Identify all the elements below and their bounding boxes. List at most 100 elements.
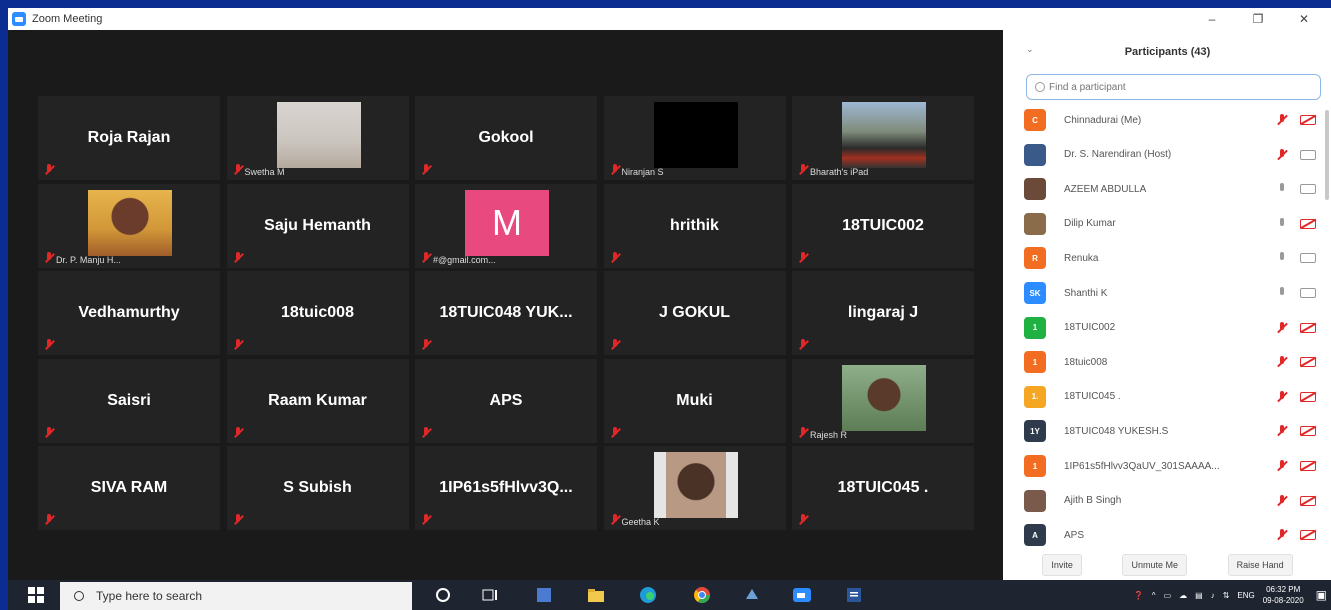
video-off-icon[interactable] — [1300, 426, 1316, 437]
participant-row[interactable]: 1 1IP61s5fHlvv3QaUV_301SAAAA... — [1024, 454, 1324, 478]
video-tile[interactable]: Bharath's iPad — [792, 96, 974, 180]
muted-mic-icon[interactable] — [1276, 113, 1288, 127]
muted-mic-icon[interactable] — [1276, 494, 1288, 508]
clock-time: 06:32 PM — [1266, 585, 1301, 594]
video-tile[interactable]: Saisri — [38, 358, 220, 443]
video-tile[interactable]: Raam Kumar — [226, 358, 409, 443]
video-tile[interactable]: Rajesh R — [792, 358, 974, 443]
video-tile[interactable]: Vedhamurthy — [38, 271, 220, 355]
video-tile[interactable]: 18TUIC045 . — [792, 446, 974, 530]
volume-icon[interactable]: ♪ — [1211, 591, 1215, 600]
close-button[interactable]: ✕ — [1281, 8, 1327, 30]
tile-participant-name: Raam Kumar — [268, 391, 367, 409]
task-view-icon[interactable] — [480, 585, 500, 605]
video-off-icon[interactable] — [1300, 530, 1316, 541]
muted-mic-icon[interactable] — [1276, 528, 1288, 542]
video-tile[interactable]: hrithik — [603, 183, 786, 268]
calculator-app-icon[interactable] — [534, 585, 554, 605]
video-tile[interactable]: Saju Hemanth — [226, 183, 409, 268]
video-tile[interactable]: M #@gmail.com... — [415, 183, 597, 268]
muted-mic-icon — [798, 426, 808, 439]
video-icon[interactable] — [1300, 184, 1316, 195]
mic-icon[interactable] — [1276, 286, 1288, 300]
participant-row[interactable]: Dr. S. Narendiran (Host) — [1024, 143, 1324, 167]
zoom-app-icon[interactable] — [792, 585, 812, 605]
participant-row[interactable]: A APS — [1024, 523, 1324, 547]
chrome-browser-icon[interactable] — [692, 585, 712, 605]
help-icon[interactable]: ❓ — [1134, 591, 1144, 600]
video-tile[interactable]: 18TUIC002 — [792, 183, 974, 268]
usb-icon[interactable]: ⇅ — [1223, 591, 1230, 600]
participant-row[interactable]: 1 18tuic008 — [1024, 350, 1324, 374]
invite-button[interactable]: Invite — [1042, 554, 1082, 576]
restore-button[interactable]: ❐ — [1235, 8, 1281, 30]
video-tile[interactable]: APS — [415, 358, 597, 443]
video-off-icon[interactable] — [1300, 322, 1316, 333]
video-tile[interactable]: J GOKUL — [603, 271, 786, 355]
muted-mic-icon[interactable] — [1276, 390, 1288, 404]
app-icon[interactable] — [742, 585, 762, 605]
muted-mic-icon — [44, 514, 54, 526]
clock[interactable]: 06:32 PM 09-08-2020 — [1263, 584, 1304, 606]
participant-row[interactable]: 1. 18TUIC045 . — [1024, 385, 1324, 409]
video-icon[interactable] — [1300, 253, 1316, 264]
participant-row[interactable]: 1Y 18TUIC048 YUKESH.S — [1024, 419, 1324, 443]
participant-row[interactable]: Ajith B Singh — [1024, 489, 1324, 513]
video-tile[interactable]: Dr. P. Manju H... — [38, 183, 220, 268]
video-tile[interactable]: Roja Rajan — [38, 96, 220, 180]
participant-row[interactable]: R Renuka — [1024, 246, 1324, 270]
edge-browser-icon[interactable] — [638, 585, 658, 605]
participant-search-input[interactable] — [1049, 81, 1309, 93]
video-tile[interactable]: Geetha K — [603, 446, 786, 530]
raise-hand-button[interactable]: Raise Hand — [1227, 554, 1293, 576]
muted-mic-icon[interactable] — [1276, 459, 1288, 473]
mic-icon[interactable] — [1276, 251, 1288, 265]
network-icon[interactable]: ▤ — [1195, 591, 1203, 600]
video-tile[interactable]: Gokool — [415, 96, 597, 180]
video-off-icon[interactable] — [1300, 218, 1316, 229]
video-tile[interactable]: SIVA RAM — [38, 446, 220, 530]
file-explorer-icon[interactable] — [586, 585, 606, 605]
video-off-icon[interactable] — [1300, 461, 1316, 471]
video-tile[interactable]: Swetha M — [226, 96, 409, 180]
video-tile[interactable]: 1IP61s5fHlvv3Q... — [415, 446, 597, 530]
video-tile[interactable]: Niranjan S — [603, 96, 786, 180]
word-app-icon[interactable] — [844, 585, 864, 605]
video-tile[interactable]: 18tuic008 — [226, 271, 409, 355]
video-off-icon[interactable] — [1300, 357, 1316, 368]
cortana-icon[interactable] — [433, 585, 453, 605]
video-off-icon[interactable] — [1300, 115, 1316, 125]
unmute-me-button[interactable]: Unmute Me — [1122, 554, 1187, 576]
language-indicator[interactable]: ENG — [1237, 591, 1254, 600]
video-off-icon[interactable] — [1300, 391, 1316, 402]
muted-mic-icon[interactable] — [1276, 148, 1288, 162]
participant-name: APS — [1064, 529, 1085, 541]
video-off-icon[interactable] — [1300, 495, 1316, 506]
battery-icon[interactable]: ▭ — [1164, 591, 1172, 600]
notifications-icon[interactable]: ▣ — [1316, 588, 1327, 602]
participant-list-scrollbar[interactable] — [1325, 110, 1329, 200]
video-tile[interactable]: 18TUIC048 YUK... — [415, 271, 597, 355]
cloud-icon[interactable]: ☁ — [1179, 591, 1187, 600]
participant-row[interactable]: 1 18TUIC002 — [1024, 316, 1324, 340]
participant-row[interactable]: C Chinnadurai (Me) — [1024, 108, 1324, 132]
muted-mic-icon[interactable] — [1276, 424, 1288, 438]
participant-row[interactable]: AZEEM ABDULLA — [1024, 177, 1324, 201]
participant-search[interactable] — [1026, 74, 1321, 100]
start-windows-icon[interactable] — [26, 585, 46, 605]
muted-mic-icon[interactable] — [1276, 355, 1288, 369]
mic-icon[interactable] — [1276, 217, 1288, 231]
taskbar-search[interactable]: Type here to search — [60, 582, 412, 610]
participant-row[interactable]: SK Shanthi K — [1024, 281, 1324, 305]
video-icon[interactable] — [1300, 288, 1316, 298]
video-tile[interactable]: Muki — [603, 358, 786, 443]
participant-row[interactable]: Dilip Kumar — [1024, 212, 1324, 236]
participant-name: Ajith B Singh — [1064, 495, 1122, 507]
minimize-button[interactable]: – — [1189, 8, 1235, 30]
mic-icon[interactable] — [1276, 182, 1288, 196]
video-tile[interactable]: S Subish — [226, 446, 409, 530]
show-hidden-icons-icon[interactable]: ^ — [1152, 591, 1156, 600]
video-icon[interactable] — [1300, 149, 1316, 160]
muted-mic-icon[interactable] — [1276, 321, 1288, 335]
video-tile[interactable]: lingaraj J — [792, 271, 974, 355]
